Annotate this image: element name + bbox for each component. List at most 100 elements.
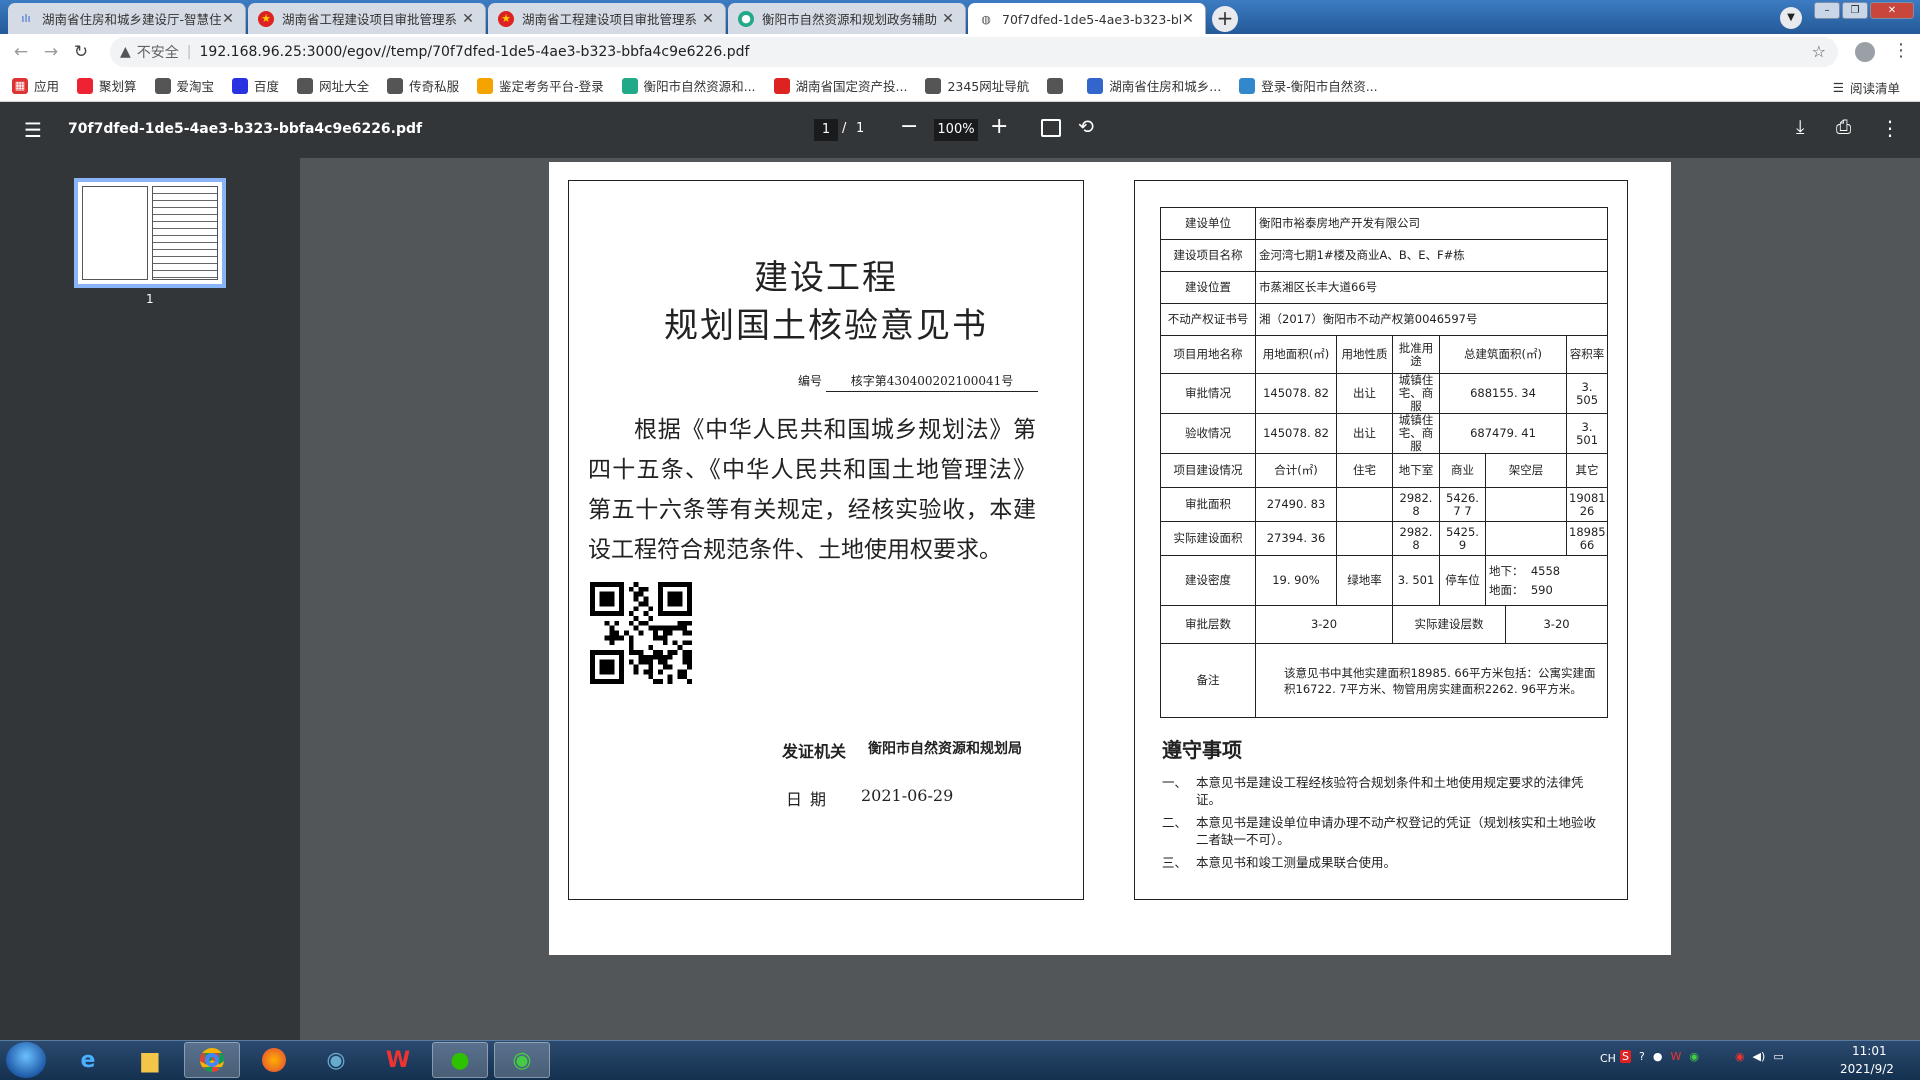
rule-item: 二、 本意见书是建设单位申请办理不动产权登记的凭证（规划核实和土地验收二者缺一不… [1162,815,1597,847]
issuer-name: 衡阳市自然资源和规划局 [868,741,1022,757]
maximize-icon[interactable]: ❐ [1842,2,1868,19]
wps-tray-icon[interactable]: W [1670,1050,1681,1063]
housing-dept-icon: ılı [21,12,31,25]
bookmark-item[interactable]: 百度 [232,76,279,95]
bookmark-item[interactable]: 衡阳市自然资源和... [621,76,756,95]
antivirus-tray-icon[interactable]: ◉ [1735,1050,1745,1063]
bookmark-icon [1047,77,1064,94]
pdf-toolbar: ☰ 70f7dfed-1de5-4ae3-b323-bbfa4c9e6226.p… [0,102,1920,158]
help-icon[interactable]: ? [1639,1050,1645,1063]
rotate-icon[interactable]: ⟲ [1078,116,1094,138]
bookmark-item[interactable]: 爱淘宝 [154,76,214,95]
tab-close-icon[interactable]: ✕ [1181,11,1195,27]
table-row: 审批层数 3-20 实际建设层数 3-20 [1160,605,1609,644]
bookmark-icon [387,77,404,94]
app-tray-icon[interactable]: ◉ [1689,1050,1699,1063]
bookmark-item[interactable]: 网址大全 [297,76,369,95]
start-button[interactable] [6,1042,46,1078]
page-thumbnail[interactable] [74,178,226,288]
browser-tab-active[interactable]: ◍ 70f7dfed-1de5-4ae3-b323-bb ✕ [968,3,1206,35]
tab-close-icon[interactable]: ✕ [461,11,475,27]
window-close-icon[interactable]: ✕ [1870,2,1914,19]
bookmark-item[interactable]: 鉴定考务平台-登录 [477,76,604,95]
bookmark-icon [154,77,171,94]
date-label: 日期 [786,790,835,809]
tab-close-icon[interactable]: ✕ [221,11,235,27]
wechat-icon[interactable]: ● [432,1042,488,1078]
profile-avatar-icon[interactable] [1855,42,1875,62]
reading-list-button[interactable]: ☰ 阅读清单 [1833,78,1900,97]
bookmark-item[interactable]: 湖南省国定资产投... [773,76,907,95]
certificate-number: 核字第430400202100041号 [826,372,1038,392]
bookmark-icon [77,77,94,94]
browser-tab[interactable]: ★ 湖南省工程建设项目审批管理系 ✕ [488,3,726,34]
forward-arrow-icon[interactable]: → [36,42,66,62]
chrome-icon[interactable] [184,1042,240,1078]
apps-grid-icon: ▦ [12,77,28,94]
bookmark-item[interactable]: 登录-衡阳市自然资... [1239,76,1378,95]
bookmark-item[interactable]: 湖南省住房和城乡... [1087,76,1221,95]
clock-date[interactable]: 2021/9/2 [1840,1062,1894,1076]
new-tab-button[interactable]: + [1212,6,1238,32]
bookmark-icon [297,77,314,94]
browser-tab[interactable]: ● 衡阳市自然资源和规划政务辅助 ✕ [728,3,966,34]
browser-tab[interactable]: ★ 湖南省工程建设项目审批管理系 ✕ [248,3,486,34]
bookmark-item[interactable]: 传奇私服 [387,76,459,95]
tab-close-icon[interactable]: ✕ [941,11,955,27]
document-subtitle: 规划国土核验意见书 [664,306,988,346]
download-icon[interactable]: ⤓ [1796,116,1804,138]
zoom-out-button[interactable]: − [900,114,918,139]
bookmark-item[interactable]: 聚划算 [77,76,137,95]
ie-icon[interactable]: e [60,1042,116,1078]
browser-globe-icon[interactable]: ◉ [308,1042,364,1078]
page-number-input[interactable]: 1 [814,119,838,141]
firefox-icon[interactable] [246,1042,302,1078]
sogou-input-icon[interactable]: S [1620,1050,1631,1063]
resources-bureau-icon: ● [738,10,754,27]
table-row: 建设单位 衡阳市裕泰房地产开发有限公司 [1160,207,1609,240]
folder-icon[interactable]: ▆ [122,1042,178,1078]
reload-icon[interactable]: ↻ [66,42,96,62]
page-total: 1 [856,121,865,136]
thumbnail-left-page [82,186,148,280]
input-language-indicator[interactable]: CH [1600,1052,1616,1065]
hamburger-menu-icon[interactable]: ☰ [24,118,42,142]
green-app-icon[interactable]: ◉ [494,1042,550,1078]
browser-tab[interactable]: ılı 湖南省住房和城乡建设厅-智慧住 ✕ [8,3,246,34]
bookmark-icon [232,77,249,94]
fit-to-page-icon[interactable] [1041,119,1061,137]
bookmark-icon [773,77,790,94]
bookmark-item[interactable]: 2345网址导航 [925,76,1029,95]
table-row: 实际建设面积 27394. 36 2982. 8 5425. 9 18985. … [1160,521,1609,556]
url-text[interactable]: 192.168.96.25:3000/egov//temp/70f7dfed-1… [200,44,750,60]
volume-icon[interactable]: ◀) [1753,1050,1766,1063]
network-icon[interactable]: ▭ [1773,1050,1783,1063]
zoom-level-input[interactable]: 100% [934,119,978,141]
system-tray: S ? ● W ◉ ◉ ◀) ▭ [1620,1050,1784,1063]
address-bar[interactable]: ▲ 不安全 | 192.168.96.25:3000/egov//temp/70… [110,37,1838,67]
minimize-icon[interactable]: – [1814,2,1840,19]
zoom-in-button[interactable]: + [990,114,1008,139]
window-controls: – ❐ ✕ [1814,2,1914,19]
wps-icon[interactable]: W [370,1042,426,1078]
clock-time[interactable]: 11:01 [1852,1044,1887,1058]
bookmark-star-icon[interactable]: ☆ [1812,42,1826,61]
tab-search-icon[interactable]: ▼ [1780,7,1802,29]
tab-close-icon[interactable]: ✕ [701,11,715,27]
print-icon[interactable]: ⎙ [1836,116,1851,138]
more-options-icon[interactable]: ⋮ [1880,116,1900,140]
bookmark-item[interactable] [1047,77,1069,94]
table-row: 建设密度 19. 90% 绿地率 3. 501 停车位 地下： 4558 地面：… [1160,555,1609,606]
rule-item: 一、 本意见书是建设工程经核验符合规划条件和土地使用规定要求的法律凭证。 [1162,775,1584,807]
bookmark-icon [621,77,638,94]
bookmark-icon [925,77,942,94]
browser-menu-icon[interactable]: ⋮ [1892,40,1910,61]
back-arrow-icon[interactable]: ← [6,42,36,62]
document-title: 建设工程 [754,258,898,298]
bookmarks-bar: ▦ 应用 聚划算 爱淘宝 百度 网址大全 传奇私服 鉴定考务平台-登录 衡阳市自然资源和... 湖… [0,70,1920,102]
emblem-icon: ★ [258,10,274,27]
warning-icon: ▲ [120,44,131,60]
bookmark-item[interactable]: ▦ 应用 [12,76,59,95]
issuer-label: 发证机关 [782,742,847,761]
speech-icon[interactable]: ● [1653,1050,1663,1063]
